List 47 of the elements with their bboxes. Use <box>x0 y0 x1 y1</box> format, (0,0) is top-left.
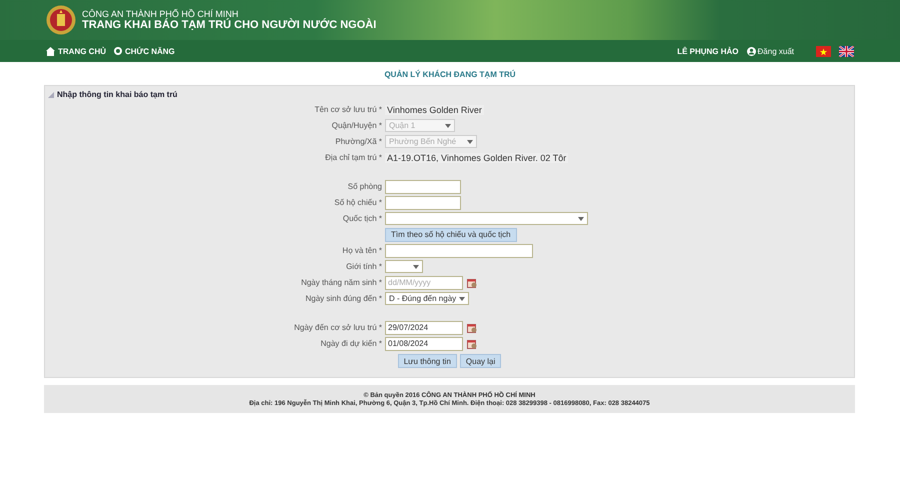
field-label: Giới tính * <box>346 262 382 271</box>
field-label: Tên cơ sở lưu trú * <box>314 105 382 114</box>
date-field[interactable]: dd/MM/yyyy <box>385 276 463 290</box>
input-field[interactable] <box>385 244 533 258</box>
dropdown-caret-icon <box>445 124 451 128</box>
logout-link[interactable]: Đăng xuất <box>746 46 794 56</box>
search-button[interactable]: Tìm theo số hộ chiếu và quốc tịch <box>385 228 517 242</box>
field-label: Họ và tên * <box>342 246 382 255</box>
field-label: Quốc tịch * <box>342 214 382 223</box>
back-button[interactable]: Quay lại <box>460 354 502 368</box>
field-value: A1-19.OT16, Vinhomes Golden River. 02 Tôr <box>385 152 568 162</box>
vietnam-flag-icon[interactable] <box>816 46 831 56</box>
panel-title: Nhập thông tin khai báo tạm trú <box>57 90 178 99</box>
field-label: Phường/Xã * <box>335 137 382 146</box>
input-field[interactable] <box>385 180 461 194</box>
dropdown-caret-icon <box>413 264 419 268</box>
field-label: Số phòng <box>348 182 382 191</box>
field-label: Ngày đi dự kiến * <box>320 339 382 348</box>
nav-menu-item[interactable]: CHỨC NĂNG <box>114 46 175 56</box>
field-label: Quận/Huyện * <box>332 121 382 130</box>
save-button[interactable]: Lưu thông tin <box>398 354 457 368</box>
dropdown[interactable]: D - Đúng đến ngày <box>385 292 469 305</box>
field-label: Địa chỉ tạm trú * <box>325 153 382 162</box>
user-name: LÊ PHỤNG HẢO <box>677 46 739 56</box>
calendar-icon[interactable] <box>467 322 477 332</box>
date-field[interactable]: 29/07/2024 <box>385 320 463 334</box>
site-title: TRANG KHAI BÁO TẠM TRÚ CHO NGƯỜI NƯỚC NGOÀI <box>82 19 376 31</box>
dropdown-caret-icon <box>467 140 473 144</box>
dropdown[interactable] <box>385 260 423 273</box>
input-field[interactable] <box>385 196 461 210</box>
dropdown-caret-icon <box>578 216 584 220</box>
calendar-icon[interactable] <box>467 338 477 348</box>
field-label: Số hộ chiếu * <box>334 198 382 207</box>
home-icon <box>46 46 55 56</box>
emblem-logo <box>46 4 76 36</box>
page-title: QUẢN LÝ KHÁCH ĐANG TẠM TRÚ <box>384 70 516 79</box>
field-value: Vinhomes Golden River <box>385 104 484 114</box>
field-label: Ngày tháng năm sinh * <box>301 278 382 287</box>
agency-name: CÔNG AN THÀNH PHỐ HỒ CHÍ MINH <box>82 9 240 19</box>
date-field[interactable]: 01/08/2024 <box>385 336 463 350</box>
user-icon <box>746 46 756 56</box>
field-label: Ngày đến cơ sở lưu trú * <box>294 323 382 332</box>
calendar-icon[interactable] <box>467 278 477 288</box>
dropdown-caret-icon <box>459 296 465 300</box>
field-label: Ngày sinh đúng đến * <box>306 294 382 303</box>
uk-flag-icon[interactable] <box>839 46 854 56</box>
nav-menu-item[interactable]: TRANG CHỦ <box>46 46 106 56</box>
